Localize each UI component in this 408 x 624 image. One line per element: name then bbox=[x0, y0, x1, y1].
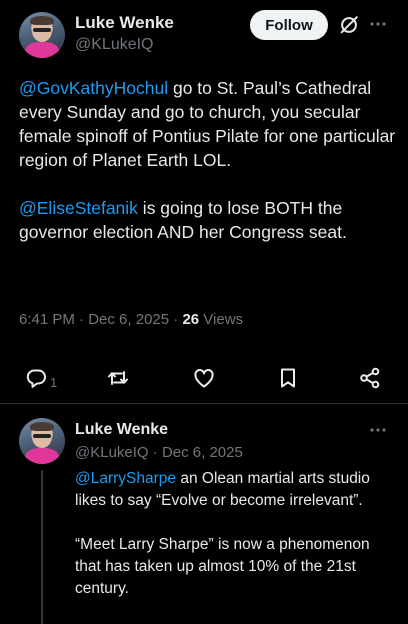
reply-count: 1 bbox=[50, 375, 58, 390]
reply-meta: @KLukeIQ · Dec 6, 2025 bbox=[75, 444, 243, 461]
tweet-text: @GovKathyHochul go to St. Paul’s Cathedr… bbox=[19, 76, 399, 268]
share-icon bbox=[358, 366, 382, 395]
mention-link[interactable]: @EliseStefanik bbox=[19, 198, 138, 218]
reply-button[interactable]: 1 bbox=[24, 366, 57, 395]
reply-date[interactable]: Dec 6, 2025 bbox=[162, 444, 243, 461]
avatar-shirt bbox=[25, 42, 59, 58]
tweet-paragraph: @EliseStefanik is going to lose BOTH the… bbox=[19, 196, 399, 244]
meta-separator: · bbox=[148, 444, 162, 461]
avatar-shirt bbox=[25, 448, 59, 464]
meta-separator: · bbox=[169, 311, 183, 328]
reply-text: @LarrySharpe an Olean martial arts studi… bbox=[75, 468, 395, 622]
author-handle[interactable]: @KLukeIQ bbox=[75, 36, 154, 54]
heart-icon bbox=[192, 366, 216, 395]
reply-author-avatar[interactable] bbox=[19, 418, 65, 464]
action-bar: 1 bbox=[0, 362, 408, 394]
tweet-paragraph: @GovKathyHochul go to St. Paul’s Cathedr… bbox=[19, 76, 399, 172]
reply-icon bbox=[24, 366, 48, 395]
grok-icon[interactable] bbox=[338, 14, 360, 36]
avatar-glasses bbox=[32, 433, 52, 438]
tweet-thread-view: Luke Wenke @KLukeIQ Follow @GovKathyHoch… bbox=[0, 0, 408, 624]
author-avatar[interactable] bbox=[19, 12, 65, 58]
thread-line bbox=[41, 470, 43, 624]
follow-button[interactable]: Follow bbox=[250, 10, 328, 40]
meta-separator: · bbox=[74, 311, 89, 328]
mention-link[interactable]: @GovKathyHochul bbox=[19, 78, 168, 98]
tweet-date[interactable]: Dec 6, 2025 bbox=[88, 311, 169, 328]
bookmark-button[interactable] bbox=[276, 366, 300, 395]
reply-paragraph: “Meet Larry Sharpe” is now a phenomenon … bbox=[75, 536, 370, 597]
mention-link[interactable]: @LarrySharpe bbox=[75, 470, 176, 487]
avatar-glasses bbox=[32, 27, 52, 32]
reply-author-handle[interactable]: @KLukeIQ bbox=[75, 444, 149, 461]
views-label: Views bbox=[199, 311, 244, 328]
share-button[interactable] bbox=[358, 366, 382, 395]
main-tweet: Luke Wenke @KLukeIQ Follow @GovKathyHoch… bbox=[0, 0, 408, 403]
tweet-meta: 6:41 PM · Dec 6, 2025 · 26 Views bbox=[19, 311, 243, 328]
reply-more-options-icon[interactable] bbox=[368, 420, 388, 440]
avatar-hair bbox=[30, 421, 54, 431]
reply-author-name[interactable]: Luke Wenke bbox=[75, 421, 168, 439]
retweet-button[interactable] bbox=[106, 366, 130, 395]
views-count[interactable]: 26 bbox=[182, 311, 199, 328]
retweet-icon bbox=[106, 366, 130, 395]
like-button[interactable] bbox=[192, 366, 216, 395]
tweet-time[interactable]: 6:41 PM bbox=[19, 311, 75, 328]
more-options-icon[interactable] bbox=[368, 14, 388, 34]
tweet-divider bbox=[0, 403, 408, 404]
bookmark-icon bbox=[276, 366, 300, 395]
author-name[interactable]: Luke Wenke bbox=[75, 13, 174, 33]
avatar-hair bbox=[30, 15, 54, 25]
reply-paragraph: @LarrySharpe an Olean martial arts studi… bbox=[75, 468, 395, 512]
